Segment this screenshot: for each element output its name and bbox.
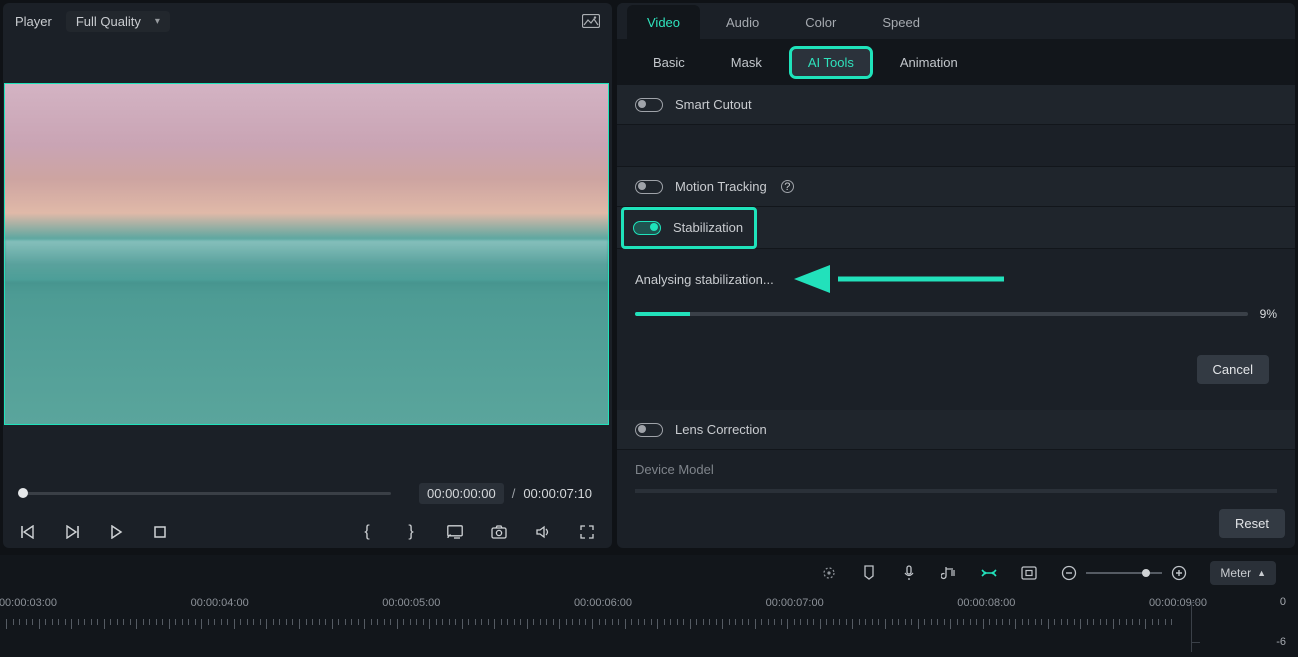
voiceover-icon[interactable]	[900, 564, 918, 582]
reset-button[interactable]: Reset	[1219, 509, 1285, 538]
lens-correction-toggle[interactable]	[635, 423, 663, 437]
tab-audio[interactable]: Audio	[706, 5, 779, 39]
cast-icon[interactable]	[444, 521, 466, 543]
step-forward-button[interactable]	[61, 521, 83, 543]
stabilization-label: Stabilization	[673, 220, 743, 235]
smart-cutout-label: Smart Cutout	[675, 97, 752, 112]
stabilization-row: Stabilization	[617, 207, 1295, 249]
meter-button[interactable]: Meter ▲	[1210, 561, 1276, 585]
stop-button[interactable]	[149, 521, 171, 543]
subtab-animation[interactable]: Animation	[884, 49, 974, 76]
zoom-handle[interactable]	[1142, 569, 1150, 577]
zoom-out-button[interactable]	[1060, 564, 1078, 582]
player-panel: Player Full Quality ▾ 00:00:00:00 / 00:0…	[3, 3, 612, 548]
marker-tool-icon[interactable]	[860, 564, 878, 582]
smart-cutout-row: Smart Cutout	[617, 85, 1295, 125]
player-label: Player	[15, 14, 52, 29]
analysing-percent: 9%	[1260, 307, 1277, 321]
effects-tool-icon[interactable]	[980, 564, 998, 582]
crop-tool-icon[interactable]	[1020, 564, 1038, 582]
play-button[interactable]	[105, 521, 127, 543]
volume-button[interactable]	[532, 521, 554, 543]
motion-tracking-label: Motion Tracking	[675, 179, 767, 194]
audio-meter: 0 -6	[1180, 598, 1292, 652]
spacer-row	[617, 125, 1295, 167]
motion-tracking-row: Motion Tracking ?	[617, 167, 1295, 207]
tab-video[interactable]: Video	[627, 5, 700, 39]
time-current-box[interactable]: 00:00:00:00	[419, 483, 504, 504]
caret-up-icon: ▲	[1257, 568, 1266, 578]
smart-cutout-toggle[interactable]	[635, 98, 663, 112]
mark-in-button[interactable]: {	[356, 521, 378, 543]
audio-tool-icon[interactable]	[940, 564, 958, 582]
timeline-tools: Meter ▲	[0, 555, 1298, 591]
player-header: Player Full Quality ▾	[3, 3, 612, 39]
video-preview[interactable]	[4, 83, 609, 425]
device-model-label: Device Model	[617, 450, 1295, 489]
ruler-mark: 00:00:08:00	[957, 597, 1015, 609]
chevron-down-icon: ▾	[155, 16, 160, 27]
subtab-mask[interactable]: Mask	[715, 49, 778, 76]
top-tabs: Video Audio Color Speed	[617, 3, 1295, 39]
snapshot-button[interactable]	[488, 521, 510, 543]
analysing-progress	[635, 312, 1248, 316]
quality-dropdown[interactable]: Full Quality ▾	[66, 11, 170, 32]
tab-speed[interactable]: Speed	[862, 5, 940, 39]
meter-level-0: 0	[1280, 596, 1286, 608]
time-separator: /	[512, 486, 516, 501]
step-back-button[interactable]	[17, 521, 39, 543]
zoom-slider[interactable]	[1060, 564, 1188, 582]
device-model-input[interactable]	[635, 489, 1277, 493]
subtab-basic[interactable]: Basic	[637, 49, 701, 76]
cancel-button[interactable]: Cancel	[1197, 355, 1269, 384]
timeline: Meter ▲ 00:00:03:00 00:00:04:00 00:00:05:0…	[0, 555, 1298, 657]
help-icon[interactable]: ?	[781, 180, 794, 193]
mark-out-button[interactable]: }	[400, 521, 422, 543]
tab-color[interactable]: Color	[785, 5, 856, 39]
lens-correction-label: Lens Correction	[675, 422, 767, 437]
arrow-annotation	[794, 271, 1004, 287]
stabilization-toggle[interactable]	[633, 221, 661, 235]
analysing-section: Analysing stabilization... 9% Cancel	[617, 249, 1295, 384]
lens-correction-row: Lens Correction	[617, 410, 1295, 450]
ruler-mark: 00:00:04:00	[191, 597, 249, 609]
properties-panel: Video Audio Color Speed Basic Mask AI To…	[617, 3, 1295, 548]
motion-tracking-toggle[interactable]	[635, 180, 663, 194]
quality-value: Full Quality	[76, 14, 141, 29]
ruler-mark: 00:00:03:00	[0, 597, 57, 609]
time-total: 00:00:07:10	[523, 486, 592, 501]
scrubber-handle[interactable]	[18, 488, 28, 498]
zoom-in-button[interactable]	[1170, 564, 1188, 582]
scrubber[interactable]: 00:00:00:00 / 00:00:07:10	[23, 488, 592, 498]
ruler-mark: 00:00:05:00	[382, 597, 440, 609]
sub-tabs: Basic Mask AI Tools Animation	[617, 39, 1295, 85]
meter-label: Meter	[1220, 566, 1251, 580]
timeline-ruler[interactable]: 00:00:03:00 00:00:04:00 00:00:05:00 00:00:0…	[0, 597, 1298, 637]
ruler-mark: 00:00:06:00	[574, 597, 632, 609]
subtab-ai-tools[interactable]: AI Tools	[792, 49, 870, 76]
transport-bar: { }	[17, 518, 598, 546]
frame-preview-icon[interactable]	[582, 14, 600, 28]
meter-level-1: -6	[1276, 636, 1286, 648]
ruler-mark: 00:00:07:00	[766, 597, 824, 609]
fullscreen-button[interactable]	[576, 521, 598, 543]
analysing-status: Analysing stabilization...	[635, 272, 774, 287]
keyframe-tool-icon[interactable]	[820, 564, 838, 582]
stabilization-highlight-box: Stabilization	[623, 209, 755, 247]
